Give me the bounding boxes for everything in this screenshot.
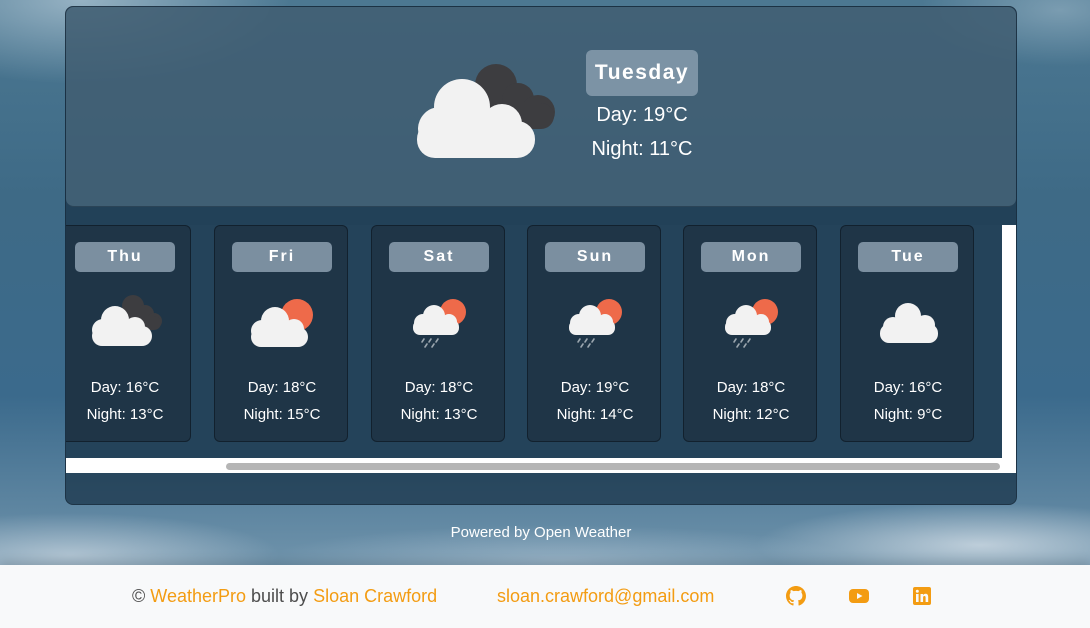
today-summary: Tuesday Day: 19°C Night: 11°C: [66, 7, 1016, 207]
youtube-icon[interactable]: [849, 586, 869, 606]
footer-credit: © WeatherPro built by Sloan Crawford: [132, 586, 437, 607]
forecast-list: Thu Day: 16°C Night: 13°C Fri Day: 18°C …: [66, 225, 1002, 458]
forecast-card: Mon Day: 18°C Night: 12°C: [683, 225, 817, 442]
forecast-night-temp: Night: 15°C: [243, 406, 321, 423]
forecast-day-label: Tue: [858, 242, 958, 272]
forecast-night-temp: Night: 13°C: [86, 406, 164, 423]
today-day-label: Tuesday: [586, 50, 698, 96]
powered-by-text: Powered by Open Weather: [450, 524, 632, 541]
forecast-day-temp: Day: 18°C: [716, 379, 786, 396]
github-icon[interactable]: [786, 586, 806, 606]
forecast-day-temp: Day: 19°C: [560, 379, 630, 396]
forecast-day-label: Sat: [389, 242, 489, 272]
today-day-temp: Day: 19°C: [596, 104, 688, 126]
forecast-day-temp: Day: 16°C: [90, 379, 160, 396]
email-link[interactable]: sloan.crawford@gmail.com: [497, 586, 714, 607]
cloud-icon: [880, 303, 938, 343]
forecast-card: Thu Day: 16°C Night: 13°C: [66, 225, 191, 442]
today-night-temp: Night: 11°C: [591, 138, 693, 160]
scrollbar-thumb[interactable]: [226, 463, 1000, 470]
weather-panel: Tuesday Day: 19°C Night: 11°C Thu Day: 1…: [65, 6, 1017, 505]
forecast-day-label: Fri: [232, 242, 332, 272]
sun-rain-icon: [569, 299, 622, 348]
forecast-day-label: Mon: [701, 242, 801, 272]
forecast-night-temp: Night: 12°C: [712, 406, 790, 423]
cloudy-icon: [417, 64, 555, 158]
author-link[interactable]: Sloan Crawford: [313, 586, 437, 606]
sun-rain-icon: [413, 299, 466, 348]
forecast-day-label: Thu: [75, 242, 175, 272]
horizontal-scrollbar[interactable]: [66, 460, 1016, 473]
forecast-card: Tue Day: 16°C Night: 9°C: [840, 225, 974, 442]
linkedin-icon[interactable]: [912, 586, 932, 606]
forecast-night-temp: Night: 13°C: [400, 406, 478, 423]
partly-sunny-icon: [251, 299, 313, 347]
forecast-night-temp: Night: 9°C: [873, 406, 943, 423]
copyright-symbol: ©: [132, 586, 146, 606]
built-by-text: built by: [251, 586, 309, 606]
footer: © WeatherPro built by Sloan Crawford slo…: [0, 565, 1090, 628]
forecast-day-label: Sun: [545, 242, 645, 272]
app-name-link[interactable]: WeatherPro: [150, 586, 246, 606]
cloudy-icon: [92, 295, 162, 346]
sun-rain-icon: [725, 299, 778, 348]
forecast-day-temp: Day: 18°C: [404, 379, 474, 396]
forecast-night-temp: Night: 14°C: [556, 406, 634, 423]
forecast-scroll-area[interactable]: Thu Day: 16°C Night: 13°C Fri Day: 18°C …: [66, 225, 1016, 473]
forecast-card: Sun Day: 19°C Night: 14°C: [527, 225, 661, 442]
forecast-card: Fri Day: 18°C Night: 15°C: [214, 225, 348, 442]
forecast-day-temp: Day: 16°C: [873, 379, 943, 396]
forecast-card: Sat Day: 18°C Night: 13°C: [371, 225, 505, 442]
forecast-day-temp: Day: 18°C: [247, 379, 317, 396]
